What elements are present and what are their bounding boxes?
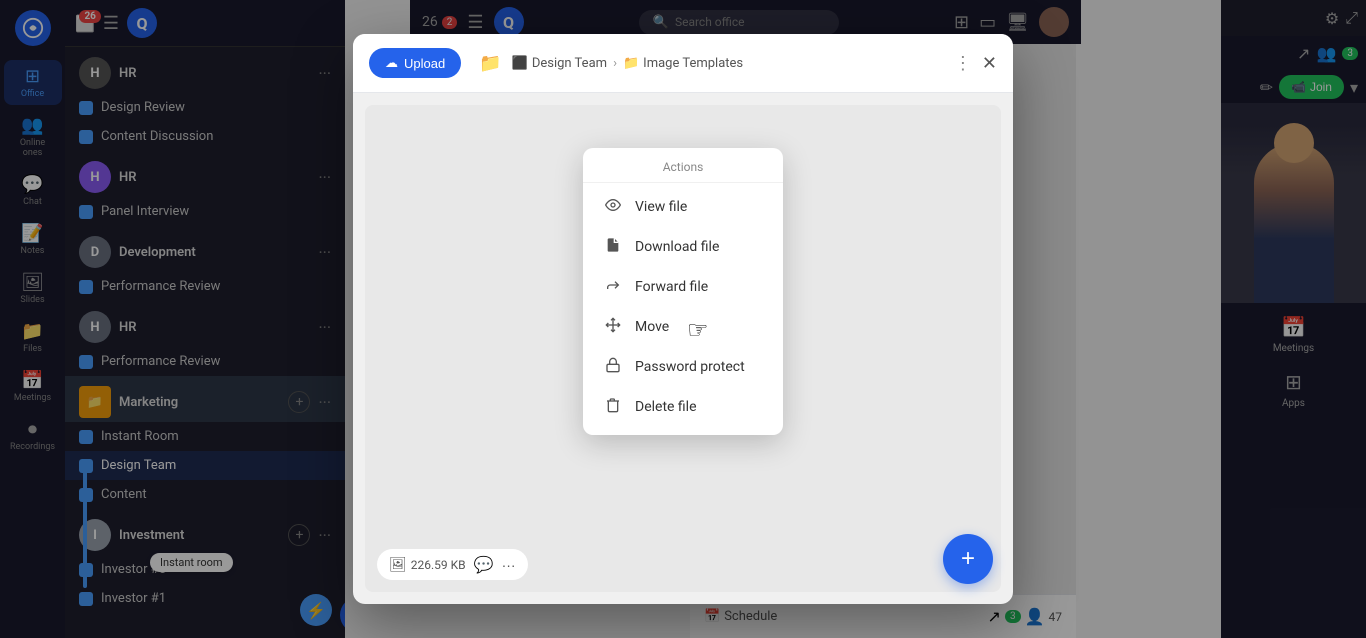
action-delete-label: Delete file [635, 399, 697, 415]
file-icon: 🖼 [389, 557, 407, 573]
modal-close-button[interactable]: ✕ [982, 53, 997, 74]
team-label: Design Team [532, 56, 607, 71]
breadcrumb-team[interactable]: ⬛ Design Team [512, 56, 607, 71]
breadcrumb-folder[interactable]: 📁 Image Templates [623, 56, 743, 71]
folder-icon: 📁 [623, 56, 639, 71]
action-view-file[interactable]: View file [583, 187, 783, 227]
modal-panel: ☁ Upload 📁 ⬛ Design Team › 📁 Image Templ… [353, 34, 1013, 604]
file-size-badge: 🖼 226.59 KB [389, 557, 466, 573]
file-size-label: 226.59 KB [411, 558, 466, 572]
action-download-file[interactable]: Download file [583, 227, 783, 267]
forward-icon [603, 277, 623, 297]
modal-backdrop[interactable]: ☁ Upload 📁 ⬛ Design Team › 📁 Image Templ… [0, 0, 1366, 638]
dots-icon: ··· [502, 557, 516, 573]
folder-label: Image Templates [643, 56, 743, 71]
modal-header: ☁ Upload 📁 ⬛ Design Team › 📁 Image Templ… [353, 34, 1013, 93]
breadcrumb: ⬛ Design Team › 📁 Image Templates [512, 56, 944, 71]
action-password-label: Password protect [635, 359, 745, 375]
actions-title: Actions [583, 156, 783, 183]
lock-icon [603, 357, 623, 377]
comment-icon[interactable]: 💬 [474, 555, 494, 574]
upload-icon: ☁ [385, 55, 398, 71]
view-icon [603, 197, 623, 217]
file-more-button[interactable]: ··· [502, 557, 516, 573]
move-icon [603, 317, 623, 337]
file-info-bar: 🖼 226.59 KB 💬 ··· [377, 549, 528, 580]
action-forward-file[interactable]: Forward file [583, 267, 783, 307]
action-forward-label: Forward file [635, 279, 708, 295]
action-delete-file[interactable]: Delete file [583, 387, 783, 427]
team-icon: ⬛ [512, 56, 528, 71]
files-header-icon[interactable]: 📁 [479, 53, 501, 74]
action-view-label: View file [635, 199, 687, 215]
action-download-label: Download file [635, 239, 719, 255]
action-password-protect[interactable]: Password protect [583, 347, 783, 387]
breadcrumb-arrow: › [613, 56, 617, 71]
fab-button[interactable]: + [943, 534, 993, 584]
modal-body: 🖼 226.59 KB 💬 ··· Actions [353, 93, 1013, 604]
actions-dropdown: Actions View file [583, 148, 783, 435]
action-move[interactable]: Move [583, 307, 783, 347]
modal-more-icon[interactable]: ⋮ [954, 53, 972, 74]
trash-icon [603, 397, 623, 417]
upload-button[interactable]: ☁ Upload [369, 48, 461, 78]
download-icon [603, 237, 623, 257]
action-move-label: Move [635, 319, 669, 335]
upload-label: Upload [404, 56, 445, 71]
fab-plus-icon: + [961, 545, 975, 573]
